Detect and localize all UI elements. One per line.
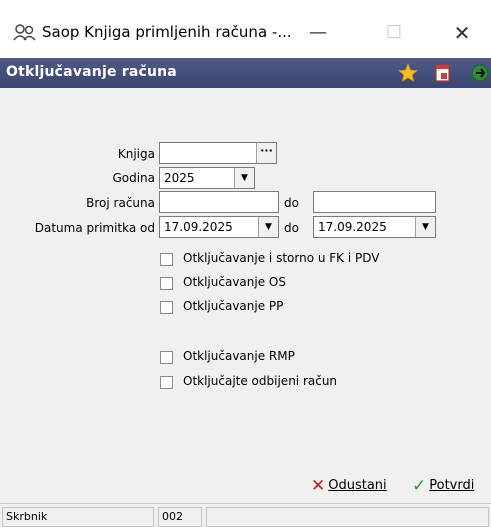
app-icon: [13, 24, 36, 41]
checkbox-pp-label: Otključavanje PP: [183, 299, 284, 313]
checkbox-odbijeni-racun[interactable]: [160, 376, 173, 389]
status-bar: Skrbnik 002: [0, 503, 491, 527]
datum-to-input[interactable]: 17.09.2025 ▼: [313, 216, 436, 238]
checkbox-pp[interactable]: [160, 301, 173, 314]
cancel-button-label: Odustani: [328, 478, 387, 493]
status-user: Skrbnik: [2, 507, 154, 527]
chevron-down-icon[interactable]: ▼: [234, 168, 254, 188]
exit-icon[interactable]: [469, 62, 491, 84]
datum-from-input[interactable]: 17.09.2025 ▼: [159, 216, 279, 238]
checkbox-odbijeni-racun-label: Otključajte odbijeni račun: [183, 374, 338, 388]
confirm-button-label: Potvrdi: [429, 478, 475, 493]
broj-racuna-to-input[interactable]: [313, 191, 436, 213]
chevron-down-icon[interactable]: ▼: [258, 217, 278, 237]
broj-racuna-from-input[interactable]: [159, 191, 279, 213]
checkbox-storno-fk-pdv-label: Otključavanje i storno u FK i PDV: [183, 251, 380, 265]
checkbox-rmp-label: Otključavanje RMP: [183, 349, 295, 363]
datum-to-value: 17.09.2025: [318, 220, 387, 234]
checkbox-rmp[interactable]: [160, 351, 173, 364]
status-info: [206, 507, 489, 527]
datum-from-value: 17.09.2025: [164, 220, 233, 234]
unlock-form: Knjiga ··· Godina 2025 ▼ Broj računa do …: [0, 88, 491, 496]
datum-do-label: do: [284, 221, 299, 235]
datum-primitka-label: Datuma primitka od: [34, 221, 155, 235]
broj-racuna-label: Broj računa: [86, 196, 155, 210]
checkbox-os-label: Otključavanje OS: [183, 275, 286, 289]
godina-select[interactable]: 2025 ▼: [159, 167, 255, 189]
minimize-button[interactable]: —: [300, 17, 336, 49]
knjiga-input[interactable]: ···: [159, 142, 277, 164]
document-icon[interactable]: [432, 62, 454, 84]
close-button[interactable]: ✕: [444, 17, 480, 49]
status-code: 002: [158, 507, 202, 527]
knjiga-label: Knjiga: [117, 147, 155, 161]
godina-label: Godina: [112, 171, 155, 185]
broj-do-label: do: [284, 196, 299, 210]
checkbox-os[interactable]: [160, 277, 173, 290]
knjiga-browse-button[interactable]: ···: [256, 143, 276, 163]
confirm-button[interactable]: ✓ Potvrdi: [412, 476, 474, 496]
checkbox-storno-fk-pdv[interactable]: [160, 253, 173, 266]
checkmark-icon: ✓: [412, 476, 427, 496]
star-icon[interactable]: [397, 62, 419, 84]
chevron-down-icon[interactable]: ▼: [415, 217, 435, 237]
godina-value: 2025: [164, 171, 195, 185]
cancel-button[interactable]: ✕ Odustani: [311, 476, 387, 496]
maximize-button[interactable]: ☐: [376, 17, 412, 49]
window-title: Saop Knjiga primljenih računa -...: [42, 23, 292, 41]
window-titlebar: Saop Knjiga primljenih računa -... — ☐ ✕: [0, 0, 491, 58]
form-title: Otključavanje računa: [6, 64, 177, 80]
close-icon: ✕: [311, 476, 326, 496]
form-header: Otključavanje računa: [0, 58, 491, 88]
